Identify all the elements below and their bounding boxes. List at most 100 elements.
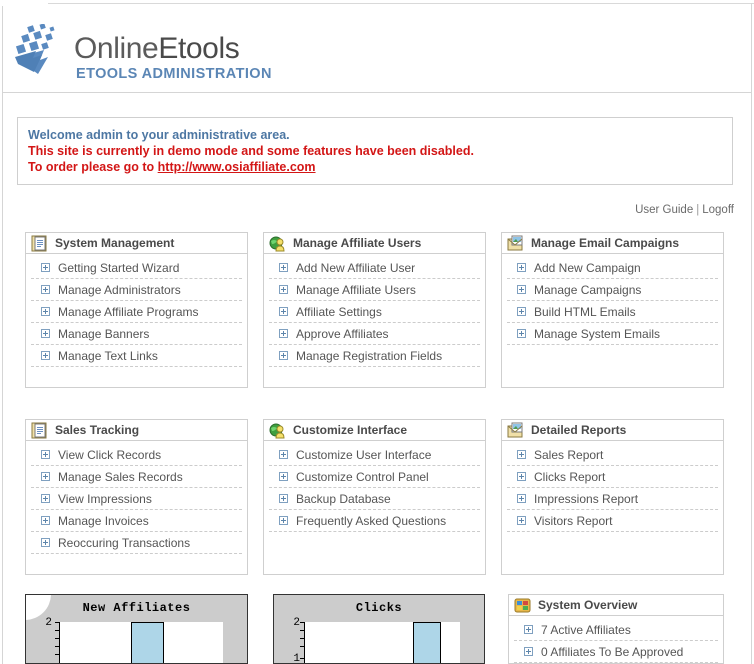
list-item-label: Visitors Report [534,513,613,528]
list-item[interactable]: Manage Text Links [31,345,242,367]
header-divider [3,92,751,93]
list-item[interactable]: Manage Banners [31,323,242,345]
list-item[interactable]: Sales Report [507,444,718,466]
logo-subtitle: ETOOLS ADMINISTRATION [76,66,272,82]
list-item-label: Add New Affiliate User [296,260,416,275]
list-item-label: Reoccuring Transactions [58,535,191,550]
user-guide-link[interactable]: User Guide [635,204,693,216]
site-logo[interactable]: OnlineEtools ETOOLS ADMINISTRATION [14,22,334,90]
panel-customize-interface: Customize Interface Customize User Inter… [263,419,486,575]
panel-title: System Overview [538,598,638,612]
account-links: User Guide | Logoff [635,204,734,216]
expand-plus-icon [517,307,526,316]
list-item-label: Manage Registration Fields [296,348,443,363]
logoff-link[interactable]: Logoff [702,204,734,216]
list-item-label: Manage Administrators [58,282,181,297]
expand-plus-icon [517,285,526,294]
panel-body: View Click Records Manage Sales Records … [25,441,248,575]
list-item[interactable]: Manage Campaigns [507,279,718,301]
list-item[interactable]: Impressions Report [507,488,718,510]
panel-system-management: System Management Getting Started Wizard… [25,232,248,388]
chart-tick [300,638,304,639]
expand-plus-icon [41,450,50,459]
panel-sales-tracking: Sales Tracking View Click Records Manage… [25,419,248,575]
expand-plus-icon [517,516,526,525]
expand-plus-icon [279,329,288,338]
list-item[interactable]: View Impressions [31,488,242,510]
list-item[interactable]: Manage Affiliate Programs [31,301,242,323]
panel-header: Sales Tracking [25,419,248,441]
list-item[interactable]: Manage Sales Records [31,466,242,488]
list-item[interactable]: 0 Affiliates To Be Approved [514,641,718,663]
left-border [2,6,3,664]
panel-header: Manage Affiliate Users [263,232,486,254]
expand-plus-icon [41,472,50,481]
list-item[interactable]: Manage Affiliate Users [269,279,480,301]
expand-plus-icon [41,263,50,272]
list-item[interactable]: Add New Campaign [507,257,718,279]
list-item[interactable]: Build HTML Emails [507,301,718,323]
expand-plus-icon [279,494,288,503]
panel-header: System Management [25,232,248,254]
list-item[interactable]: Frequently Asked Questions [269,510,480,532]
panel-manage-affiliate-users: Manage Affiliate Users Add New Affiliate… [263,232,486,388]
list-item[interactable]: Reoccuring Transactions [31,532,242,554]
document-list-icon [31,422,47,438]
list-item-label: Impressions Report [534,491,639,506]
expand-plus-icon [517,472,526,481]
list-item[interactable]: Manage Registration Fields [269,345,480,367]
panel-title: Manage Affiliate Users [293,236,422,250]
pixel-arrow-logo-icon [15,24,55,74]
expand-plus-icon [517,494,526,503]
list-item-label: Sales Report [534,447,604,462]
panel-title: Manage Email Campaigns [531,236,680,250]
list-item[interactable]: Manage System Emails [507,323,718,345]
list-item-label: Frequently Asked Questions [296,513,447,528]
list-item[interactable]: Approve Affiliates [269,323,480,345]
list-item[interactable]: Add New Affiliate User [269,257,480,279]
document-list-icon [31,235,47,251]
osiaffiliate-link[interactable]: http://www.osiaffiliate.com [158,160,316,174]
panel-detailed-reports: Detailed Reports Sales Report Clicks Rep… [501,419,724,575]
list-item[interactable]: Customize Control Panel [269,466,480,488]
panel-header: System Overview [508,594,724,616]
chart-tick [300,646,304,647]
expand-plus-icon [279,450,288,459]
list-item[interactable]: Manage Invoices [31,510,242,532]
list-item-label: Getting Started Wizard [58,260,180,275]
panel-manage-email-campaigns: Manage Email Campaigns Add New Campaign … [501,232,724,388]
list-item[interactable]: 7 Active Affiliates [514,619,718,641]
list-item-label: Manage Invoices [58,513,149,528]
panel-title: System Management [55,236,175,250]
list-item-label: Manage System Emails [534,326,661,341]
expand-plus-icon [279,285,288,294]
envelope-image-icon [507,422,523,437]
list-item-label: Manage Affiliate Programs [58,304,199,319]
list-item[interactable]: Affiliate Settings [269,301,480,323]
list-item[interactable]: Customize User Interface [269,444,480,466]
list-item[interactable]: Backup Database [269,488,480,510]
list-item-label: 0 Affiliates To Be Approved [541,644,684,659]
list-item[interactable]: Visitors Report [507,510,718,532]
expand-plus-icon [279,307,288,316]
list-item-label: Clicks Report [534,469,606,484]
right-border [751,3,752,664]
list-item[interactable]: Getting Started Wizard [31,257,242,279]
panel-body: Add New Campaign Manage Campaigns Build … [501,254,724,388]
expand-plus-icon [279,263,288,272]
chart-tick [55,630,59,631]
list-item[interactable]: Manage Administrators [31,279,242,301]
list-item-label: Manage Campaigns [534,282,642,297]
list-item-label: Manage Banners [58,326,150,341]
panel-header: Detailed Reports [501,419,724,441]
list-item-label: Affiliate Settings [296,304,382,319]
list-item[interactable]: View Click Records [31,444,242,466]
chart-tick [300,630,304,631]
chart-tick [300,658,304,659]
demo-mode-warning: This site is currently in demo mode and … [28,144,474,158]
expand-plus-icon [517,263,526,272]
panel-body: Sales Report Clicks Report Impressions R… [501,441,724,575]
chart-y-tick-label: 1 [293,653,300,664]
list-item[interactable]: Clicks Report [507,466,718,488]
chart-bar [413,622,441,663]
